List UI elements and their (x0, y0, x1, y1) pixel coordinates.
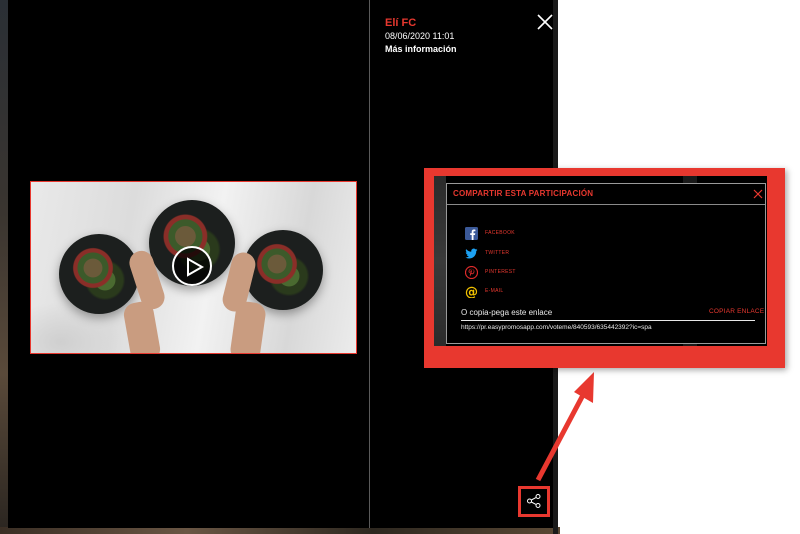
callout-background-edge (434, 176, 446, 346)
background-page-bottom (0, 527, 560, 534)
post-author: Elí FC (385, 17, 417, 29)
share-panel: COMPARTIR ESTA PARTICIPACIÓN FACEBOOK TW… (446, 183, 766, 344)
video-player[interactable] (30, 181, 357, 354)
share-button[interactable] (518, 486, 550, 517)
share-pinterest-label: PINTEREST (485, 269, 516, 275)
play-icon (187, 257, 205, 277)
video-thumbnail (31, 182, 356, 353)
share-panel-title: COMPARTIR ESTA PARTICIPACIÓN (453, 189, 594, 198)
share-url-field[interactable]: https://pr.easypromosapp.com/voteme/8405… (461, 324, 652, 331)
copy-link-button[interactable]: COPIAR ENLACE (709, 308, 764, 315)
divider (447, 204, 765, 205)
share-icon (527, 494, 541, 508)
close-icon[interactable] (535, 12, 555, 32)
more-info-link[interactable]: Más información (385, 44, 457, 54)
post-date: 08/06/2020 11:01 (385, 31, 455, 41)
modal-divider (369, 0, 370, 528)
share-facebook-label: FACEBOOK (485, 230, 515, 236)
copy-link-label: O copia-pega este enlace (461, 308, 553, 317)
twitter-icon (465, 248, 478, 259)
divider (461, 320, 755, 321)
svg-text:@: @ (465, 285, 478, 298)
play-button[interactable] (172, 246, 212, 286)
plate-left (59, 234, 139, 314)
pinterest-icon (465, 266, 478, 279)
close-icon[interactable] (753, 189, 763, 199)
at-sign-icon: @ (465, 285, 478, 298)
share-twitter-label: TWITTER (485, 250, 510, 256)
plate-right (243, 230, 323, 310)
background-page (0, 0, 8, 534)
share-email-label: E-MAIL (485, 288, 504, 294)
facebook-icon (465, 227, 478, 240)
